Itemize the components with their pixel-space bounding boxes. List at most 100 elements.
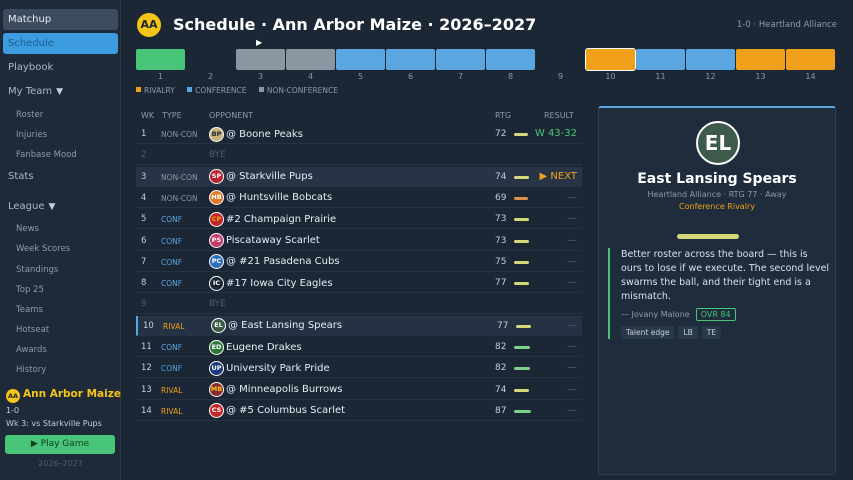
timeline-week-11[interactable]: 11 bbox=[636, 49, 685, 81]
nav-schedule[interactable]: Schedule bbox=[3, 33, 118, 54]
chevron-down-icon: ▼ bbox=[48, 202, 56, 212]
legend-swatch-icon bbox=[136, 87, 141, 92]
timeline-week-13[interactable]: 13 bbox=[736, 49, 785, 81]
col-header-rtg[interactable]: RTG bbox=[495, 111, 511, 120]
chevron-down-icon: ▼ bbox=[56, 87, 64, 97]
play-game-button[interactable]: ▶ Play Game bbox=[5, 435, 115, 454]
rating-value: 87 bbox=[495, 405, 507, 416]
nav-roster[interactable]: Roster bbox=[16, 110, 43, 120]
week-number: 14 bbox=[141, 405, 152, 416]
nav-league[interactable]: League ▼ bbox=[8, 201, 55, 212]
table-row[interactable]: 5 CONF CP #2 Champaign Prairie 73 — bbox=[136, 209, 582, 230]
col-header-wk[interactable]: WK bbox=[141, 111, 154, 120]
timeline-week-12[interactable]: 12 bbox=[686, 49, 735, 81]
nav-hotseat[interactable]: Hotseat bbox=[16, 325, 49, 335]
col-header-opponent[interactable]: OPPONENT bbox=[209, 111, 253, 120]
opponent-logo: CP bbox=[209, 211, 224, 227]
nav-fanbase-mood[interactable]: Fanbase Mood bbox=[16, 150, 77, 160]
timeline-week-3[interactable]: 3 bbox=[236, 49, 285, 81]
opponent-name: Piscataway Scarlet bbox=[226, 235, 320, 246]
col-header-result[interactable]: RESULT bbox=[544, 111, 574, 120]
rating-value: 72 bbox=[495, 129, 507, 139]
rating-bar bbox=[514, 218, 529, 222]
timeline-week-number: 9 bbox=[557, 72, 564, 81]
nav-news[interactable]: News bbox=[16, 224, 39, 234]
quote-text: Better roster across the board — this is… bbox=[621, 249, 830, 302]
nav-playbook[interactable]: Playbook bbox=[8, 62, 53, 73]
week-number: 6 bbox=[141, 235, 147, 246]
timeline-week-4[interactable]: 4 bbox=[286, 49, 335, 81]
rating-bar bbox=[514, 175, 529, 179]
table-row[interactable]: 6 CONF PS Piscataway Scarlet 73 — bbox=[136, 231, 582, 251]
table-row[interactable]: 14 RIVAL CS @ #5 Columbus Scarlet 87 — bbox=[136, 401, 582, 421]
nav-history[interactable]: History bbox=[16, 365, 46, 375]
nav-top-25[interactable]: Top 25 bbox=[16, 285, 44, 295]
nav-standings[interactable]: Standings bbox=[16, 265, 58, 275]
opponent-logo: UP bbox=[209, 360, 224, 376]
opponent-name: East Lansing Spears bbox=[637, 171, 797, 187]
rating-bar bbox=[514, 133, 528, 136]
timeline-week-2[interactable]: 2 bbox=[186, 49, 235, 81]
legend-non-conference-label: NON-CONFERENCE bbox=[266, 86, 338, 95]
rating-value: 73 bbox=[495, 235, 507, 246]
game-type: CONF bbox=[161, 257, 183, 267]
season-timeline: 1 2 3 4 5 6 7 8 9 10 11 12 13 14 bbox=[136, 48, 836, 85]
timeline-week-8[interactable]: 8 bbox=[486, 49, 535, 81]
table-row[interactable]: 11 CONF ED Eugene Drakes 82 — bbox=[136, 337, 582, 357]
opponent-name: @ East Lansing Spears bbox=[228, 320, 343, 332]
tag-chip: Talent edge bbox=[621, 326, 675, 339]
opponent-cell: EL @ East Lansing Spears bbox=[211, 318, 342, 334]
table-row[interactable]: 13 RIVAL MB @ Minneapolis Burrows 74 — bbox=[136, 380, 582, 400]
nav-awards[interactable]: Awards bbox=[16, 345, 47, 355]
table-row[interactable]: 12 CONF UP University Park Pride 82 — bbox=[136, 358, 582, 379]
opponent-cell: HB @ Huntsville Bobcats bbox=[209, 190, 332, 206]
rating-value: 77 bbox=[497, 320, 509, 331]
week-number: 1 bbox=[141, 129, 147, 139]
result: — bbox=[567, 255, 577, 267]
timeline-week-1[interactable]: 1 bbox=[136, 49, 185, 81]
timeline-bar bbox=[236, 49, 285, 70]
rating-value: 73 bbox=[495, 214, 507, 225]
timeline-bar bbox=[736, 49, 785, 70]
legend-non-conference: NON-CONFERENCE bbox=[258, 86, 338, 95]
opponent-name: @ #5 Columbus Scarlet bbox=[226, 405, 346, 417]
opponent-logo: BP bbox=[209, 126, 224, 142]
table-row[interactable]: 8 CONF IC #17 Iowa City Eagles 77 — bbox=[136, 273, 582, 294]
legend-swatch-icon bbox=[187, 87, 193, 92]
table-row[interactable]: 3 NON-CON SP @ Starkville Pups 74 ▶ NEXT bbox=[136, 166, 582, 187]
record-conference: 1-0 · Heartland Alliance bbox=[736, 20, 837, 30]
week-number: 8 bbox=[141, 278, 147, 289]
nav-teams[interactable]: Teams bbox=[16, 305, 43, 315]
timeline-week-6[interactable]: 6 bbox=[386, 49, 435, 81]
game-type: CONF bbox=[161, 343, 183, 352]
matchup-panel: EL East Lansing Spears Heartland Allianc… bbox=[598, 106, 836, 475]
timeline-week-14[interactable]: 14 bbox=[786, 49, 835, 81]
nav-week-scores[interactable]: Week Scores bbox=[16, 244, 70, 254]
opponent-cell: PS Piscataway Scarlet bbox=[209, 233, 320, 249]
timeline-week-number: 3 bbox=[257, 72, 264, 81]
table-row[interactable]: 7 CONF PC @ #21 Pasadena Cubs 75 — bbox=[136, 252, 582, 272]
week-number: 9 bbox=[141, 299, 147, 310]
result: — bbox=[567, 404, 577, 416]
table-row[interactable]: 1 NON-CON BP @ Boone Peaks 72 W 43-32 bbox=[136, 124, 582, 144]
legend-rivalry: RIVALRY bbox=[136, 86, 175, 95]
table-row[interactable]: 4 NON-CON HB @ Huntsville Bobcats 69 — bbox=[136, 188, 582, 208]
timeline-week-5[interactable]: 5 bbox=[336, 49, 385, 81]
nav-stats[interactable]: Stats bbox=[8, 171, 34, 182]
ovr-badge: OVR 84 bbox=[695, 308, 736, 321]
result: — bbox=[567, 362, 577, 374]
nav-matchup[interactable]: Matchup bbox=[3, 9, 118, 30]
timeline-week-7[interactable]: 7 bbox=[436, 49, 485, 81]
col-header-type[interactable]: TYPE bbox=[162, 111, 182, 120]
timeline-week-9[interactable]: 9 bbox=[536, 49, 585, 81]
nav-injuries[interactable]: Injuries bbox=[16, 130, 47, 140]
timeline-week-10[interactable]: 10 bbox=[585, 48, 636, 81]
rating-value: 75 bbox=[495, 256, 507, 267]
opponent-cell: MB @ Minneapolis Burrows bbox=[209, 382, 342, 398]
timeline-week-number: 1 bbox=[157, 72, 164, 81]
opponent-logo: ED bbox=[209, 339, 224, 355]
table-row[interactable]: 10 RIVAL EL @ East Lansing Spears 77 — bbox=[136, 315, 582, 336]
nav-my-team[interactable]: My Team ▼ bbox=[8, 86, 63, 97]
opponent-cell: UP University Park Pride bbox=[209, 360, 330, 376]
result: — bbox=[567, 341, 577, 352]
